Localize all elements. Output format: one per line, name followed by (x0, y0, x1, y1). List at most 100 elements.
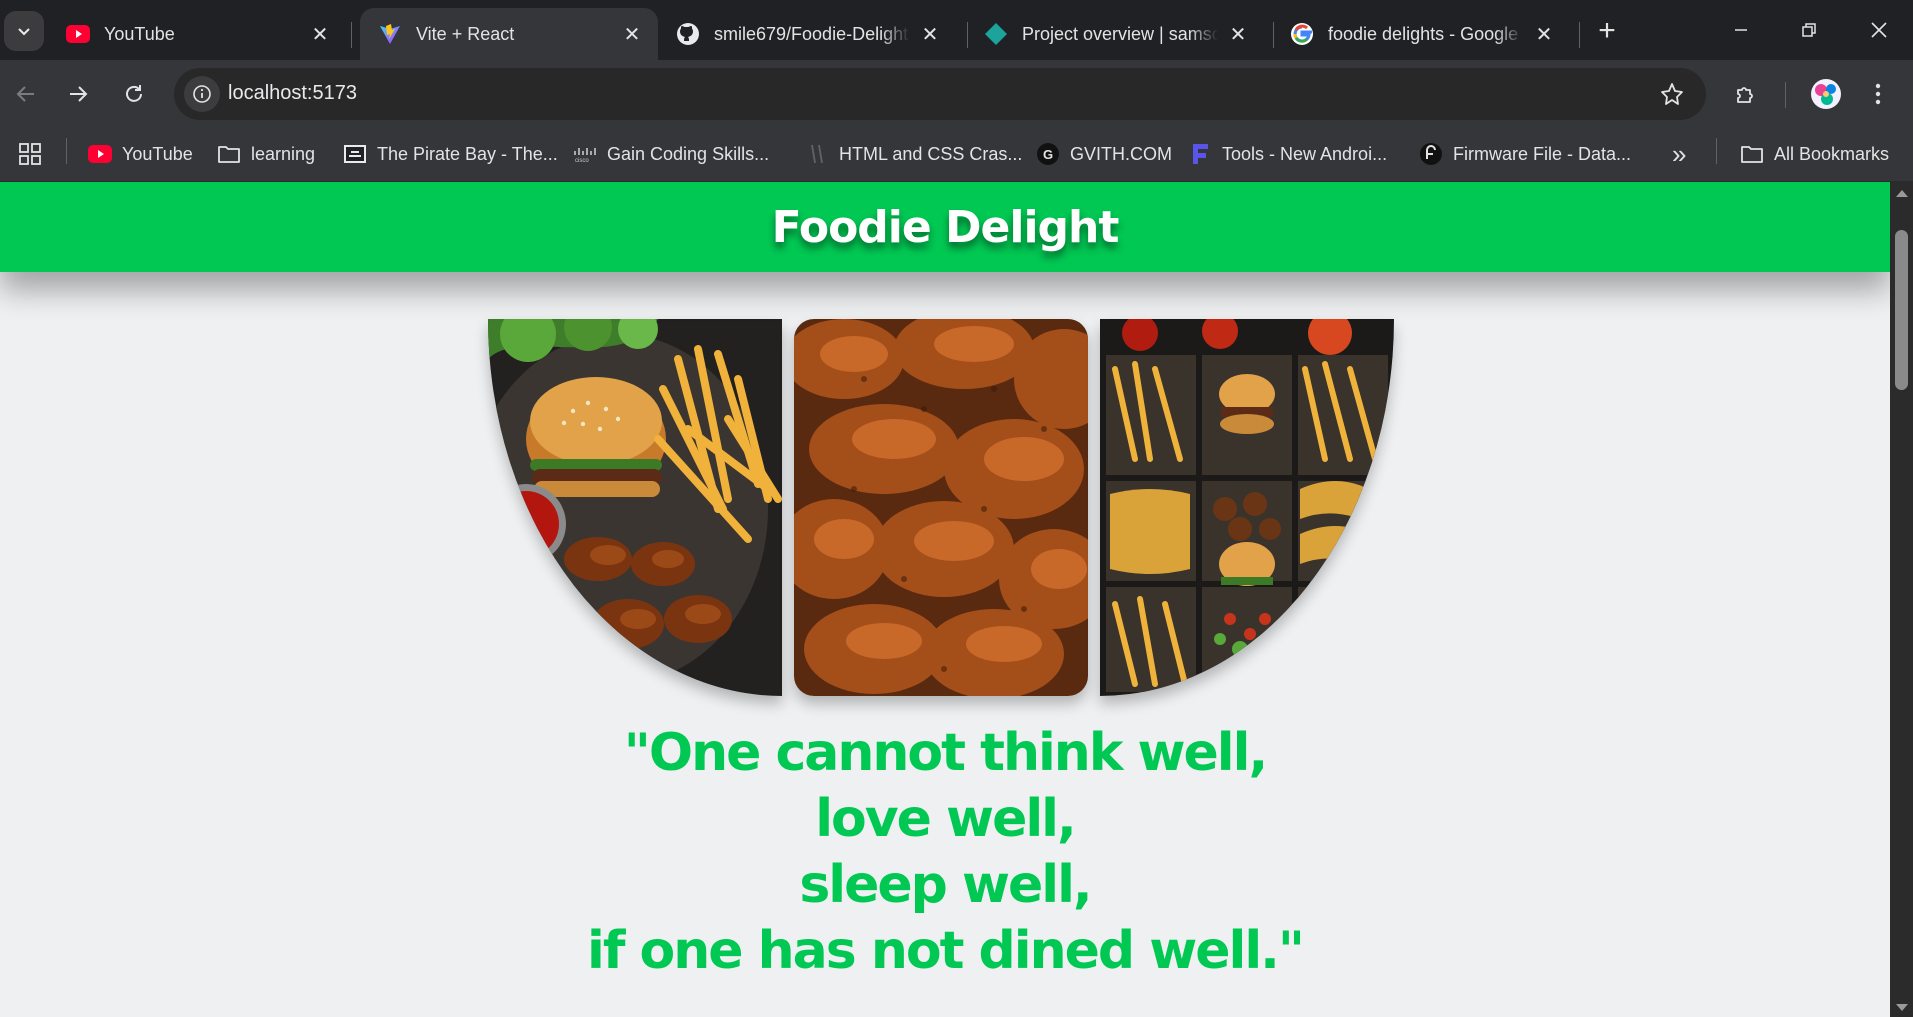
bookmarks-divider (1716, 138, 1717, 164)
reload-button[interactable] (114, 74, 154, 114)
bookmark-label: YouTube (122, 143, 193, 164)
youtube-icon (66, 22, 90, 46)
bookmark-pirate-bay[interactable]: The Pirate Bay - The... (343, 138, 558, 170)
diamond-icon (984, 22, 1008, 46)
pirate-bay-icon (343, 142, 367, 166)
close-icon (1871, 22, 1887, 38)
tab-strip: YouTube ✕ Vite + React ✕ smile679/Foodie… (0, 0, 1913, 60)
folder-icon (1740, 142, 1764, 166)
close-icon[interactable]: ✕ (1532, 22, 1556, 46)
food-quote: "One cannot think well, love well, sleep… (0, 720, 1890, 984)
tab-github[interactable]: smile679/Foodie-Delight ✕ (658, 8, 956, 60)
close-window-button[interactable] (1856, 10, 1902, 50)
bookmark-label: learning (251, 143, 316, 164)
quote-line: "One cannot think well, (623, 723, 1268, 783)
bookmarks-overflow-button[interactable]: » (1672, 138, 1686, 170)
tab-divider (351, 22, 352, 48)
f-logo-icon (1188, 142, 1212, 166)
scroll-up-arrow-icon[interactable] (1896, 190, 1908, 197)
close-icon[interactable]: ✕ (308, 22, 332, 46)
tab-title: Project overview | samson (1022, 23, 1218, 44)
chevron-down-icon (18, 28, 30, 36)
apps-button[interactable] (18, 138, 42, 170)
quote-line: sleep well, (799, 855, 1092, 915)
quote-line: love well, (815, 789, 1077, 849)
url-text[interactable]: localhost:5173 (228, 82, 357, 105)
all-bookmarks-button[interactable]: All Bookmarks (1740, 138, 1889, 170)
github-icon (676, 22, 700, 46)
svg-text:G: G (1043, 147, 1053, 162)
bookmark-html-css[interactable]: HTML and CSS Cras... (805, 138, 1022, 170)
tab-title: foodie delights - Google (1328, 23, 1519, 44)
back-button[interactable] (6, 74, 46, 114)
minimize-icon (1735, 29, 1747, 31)
tab-youtube[interactable]: YouTube ✕ (48, 8, 346, 60)
food-image-fast-food-tray (1100, 319, 1394, 696)
bookmark-label: GVITH.COM (1070, 143, 1172, 164)
google-icon (1290, 22, 1314, 46)
minimize-button[interactable] (1718, 10, 1764, 50)
bookmark-gvith[interactable]: G GVITH.COM (1036, 138, 1172, 170)
tab-title: YouTube (104, 23, 175, 44)
reload-icon (126, 85, 142, 102)
profile-button[interactable] (1806, 74, 1846, 114)
firmware-icon (1419, 142, 1443, 166)
vite-icon (378, 22, 402, 46)
apps-grid-icon (19, 143, 41, 165)
site-info-button[interactable] (184, 76, 220, 112)
tab-google-search[interactable]: foodie delights - Google ✕ (1272, 8, 1570, 60)
bookmark-star-button[interactable] (1658, 80, 1686, 108)
tab-search-button[interactable] (4, 11, 44, 51)
bookmark-label: Gain Coding Skills... (607, 143, 770, 164)
tab-title: smile679/Foodie-Delight (714, 23, 909, 44)
tab-vite-react[interactable]: Vite + React ✕ (360, 8, 658, 60)
info-icon (193, 85, 211, 103)
tab-project-overview[interactable]: Project overview | samson ✕ (966, 8, 1264, 60)
extensions-button[interactable] (1726, 74, 1766, 114)
gvith-icon: G (1036, 142, 1060, 166)
site-title: Foodie Delight (771, 201, 1120, 253)
youtube-icon (88, 142, 112, 166)
bookmark-label: Firmware File - Data... (1453, 143, 1632, 164)
bookmark-coding-skills[interactable]: cisco Gain Coding Skills... (573, 138, 769, 170)
folder-icon (217, 142, 241, 166)
bookmark-label: The Pirate Bay - The... (377, 143, 558, 164)
puzzle-icon (1737, 87, 1753, 103)
arrow-right-icon (70, 86, 88, 102)
bookmark-tools-android[interactable]: Tools - New Androi... (1188, 138, 1387, 170)
site-header: Foodie Delight (0, 182, 1890, 272)
bookmarks-divider (66, 138, 67, 164)
scroll-down-arrow-icon[interactable] (1896, 1004, 1908, 1011)
toolbar-divider (1785, 82, 1786, 108)
address-bar[interactable]: localhost:5173 (174, 68, 1706, 120)
bookmark-label: Tools - New Androi... (1222, 143, 1388, 164)
menu-button[interactable] (1858, 74, 1898, 114)
bookmark-firmware[interactable]: Firmware File - Data... (1419, 138, 1631, 170)
page-viewport: Foodie Delight "One cannot think well, l… (0, 182, 1890, 1017)
quote-line: if one has not dined well." (587, 921, 1305, 981)
svg-text:cisco: cisco (575, 158, 589, 163)
new-tab-button[interactable]: + (1590, 14, 1624, 48)
tab-title: Vite + React (416, 23, 515, 44)
food-gallery (488, 319, 1394, 696)
food-image-burger-platter (488, 319, 782, 696)
tab-divider (1579, 22, 1580, 48)
close-icon[interactable]: ✕ (918, 22, 942, 46)
page-scrollbar[interactable] (1890, 182, 1913, 1017)
close-icon[interactable]: ✕ (1226, 22, 1250, 46)
scrollbar-thumb[interactable] (1895, 230, 1908, 390)
bookmark-label: HTML and CSS Cras... (839, 143, 1023, 164)
cisco-icon: cisco (573, 142, 597, 166)
food-image-chicken-wings (794, 319, 1088, 696)
all-bookmarks-label: All Bookmarks (1774, 143, 1890, 164)
page-icon (805, 142, 829, 166)
browser-toolbar: localhost:5173 (0, 60, 1913, 128)
forward-button[interactable] (58, 74, 98, 114)
bookmark-learning[interactable]: learning (217, 138, 315, 170)
bookmarks-bar: YouTube learning The Pirate Bay - The...… (0, 128, 1913, 182)
close-icon[interactable]: ✕ (620, 22, 644, 46)
bookmark-youtube[interactable]: YouTube (88, 138, 193, 170)
restore-icon (1802, 23, 1816, 37)
more-vertical-icon (1875, 83, 1881, 105)
restore-button[interactable] (1786, 10, 1832, 50)
